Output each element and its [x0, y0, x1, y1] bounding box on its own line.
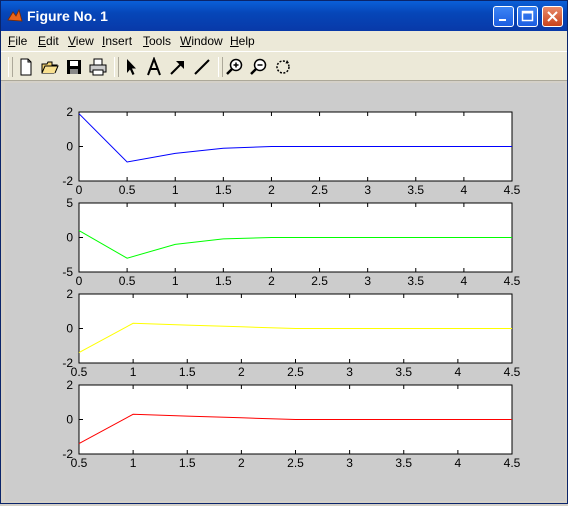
figure-toolbar — [1, 51, 567, 81]
x-tick-label: 1.5 — [179, 456, 196, 470]
subplot-1: 0 0.5 1 1.5 2 2.5 3 3.5 4 4.5-202 — [62, 105, 520, 197]
title-bar[interactable]: Figure No. 1 — [1, 1, 567, 31]
y-tick-label: 0 — [66, 231, 73, 245]
subplot-2: 0 0.5 1 1.5 2 2.5 3 3.5 4 4.5-505 — [62, 196, 520, 288]
menu-insert[interactable]: Insert — [102, 34, 132, 48]
x-tick-label: 1 — [130, 365, 137, 379]
pointer-arrow-icon[interactable] — [121, 57, 141, 77]
maximize-button[interactable] — [517, 6, 538, 27]
x-tick-label: 4 — [461, 183, 468, 197]
y-tick-label: -2 — [62, 174, 73, 188]
menu-tools[interactable]: Tools — [143, 34, 171, 48]
x-tick-label: 0.5 — [71, 365, 88, 379]
x-tick-label: 3 — [364, 183, 371, 197]
x-tick-label: 0.5 — [119, 274, 136, 288]
toolbar-separator — [114, 57, 119, 77]
x-tick-label: 1 — [130, 456, 137, 470]
insert-text-icon[interactable] — [144, 57, 164, 77]
window-title: Figure No. 1 — [27, 8, 108, 24]
toolbar-separator — [218, 57, 223, 77]
x-tick-label: 4 — [455, 456, 462, 470]
insert-arrow-icon[interactable] — [168, 57, 188, 77]
x-tick-label: 1 — [172, 183, 179, 197]
x-tick-label: 3.5 — [407, 274, 424, 288]
zoom-in-icon[interactable] — [225, 57, 245, 77]
figure-canvas: 0 0.5 1 1.5 2 2.5 3 3.5 4 4.5 -2 0 2 0 0.5 1 1.5 2 2.5 3 3.5… — [5, 83, 565, 501]
x-tick-label: 1.5 — [215, 274, 232, 288]
x-tick-label: 4 — [455, 365, 462, 379]
x-tick-label: 2.5 — [311, 274, 328, 288]
insert-line-icon[interactable] — [192, 57, 212, 77]
menu-view[interactable]: View — [68, 34, 94, 48]
y-tick-label: -2 — [62, 356, 73, 370]
x-tick-label: 0.5 — [71, 456, 88, 470]
close-icon — [547, 11, 558, 22]
x-tick-label: 2 — [268, 274, 275, 288]
y-tick-label: 2 — [66, 287, 73, 301]
y-tick-label: 0 — [66, 140, 73, 154]
menu-window[interactable]: Window — [180, 34, 223, 48]
rotate-3d-icon[interactable] — [273, 57, 293, 77]
x-tick-label: 3.5 — [407, 183, 424, 197]
plots-svg: 0 0.5 1 1.5 2 2.5 3 3.5 4 4.5-2020 0.5 1 1.5 2 2.5 3 3.5… — [62, 105, 520, 470]
save-icon[interactable] — [64, 57, 84, 77]
y-tick-label: 0 — [66, 322, 73, 336]
matlab-logo-icon — [7, 8, 23, 22]
x-tick-label: 4.5 — [504, 274, 521, 288]
x-tick-label: 1.5 — [179, 365, 196, 379]
subplot-3: 0.5 1 1.5 2 2.5 3 3.5 4 4.5 -2 0 2 — [62, 287, 520, 379]
x-tick-label: 0.5 — [119, 183, 136, 197]
x-tick-label: 4.5 — [504, 183, 521, 197]
y-tick-label: -5 — [62, 265, 73, 279]
zoom-out-icon[interactable] — [249, 57, 269, 77]
menu-file[interactable]: File — [8, 34, 27, 48]
open-file-icon[interactable] — [40, 57, 60, 77]
x-tick-label: 2 — [238, 456, 245, 470]
subplot-4: 0.5 1 1.5 2 2.5 3 3.5 4 4.5 -2 0 2 — [62, 378, 520, 470]
x-tick-label: 3.5 — [395, 456, 412, 470]
y-tick-label: 5 — [66, 196, 73, 210]
y-tick-label: -2 — [62, 447, 73, 461]
x-tick-label: 3 — [364, 274, 371, 288]
menu-edit[interactable]: Edit — [38, 34, 59, 48]
maximize-icon — [521, 10, 534, 22]
x-tick-label: 2.5 — [287, 365, 304, 379]
x-tick-label: 3 — [346, 456, 353, 470]
menu-help[interactable]: Help — [230, 34, 255, 48]
print-icon[interactable] — [88, 57, 108, 77]
close-button[interactable] — [542, 6, 563, 27]
x-tick-label: 0 — [76, 274, 83, 288]
x-tick-label: 3 — [346, 365, 353, 379]
y-tick-label: 0 — [66, 413, 73, 427]
minimize-icon — [499, 19, 506, 21]
y-tick-label: 2 — [66, 105, 73, 119]
x-tick-label: 3.5 — [395, 365, 412, 379]
x-tick-label: 1.5 — [215, 183, 232, 197]
x-tick-label: 2 — [268, 183, 275, 197]
menu-bar: File Edit View Insert Tools Window Help — [1, 31, 567, 51]
toolbar-grip[interactable] — [8, 57, 13, 77]
minimize-button[interactable] — [493, 6, 514, 27]
x-tick-label: 4.5 — [504, 456, 521, 470]
x-tick-label: 1 — [172, 274, 179, 288]
x-tick-label: 4 — [461, 274, 468, 288]
x-tick-label: 2.5 — [287, 456, 304, 470]
new-file-icon[interactable] — [16, 57, 36, 77]
figure-window: Figure No. 1 File Edit View Insert Tools… — [0, 0, 568, 504]
y-tick-label: 2 — [66, 378, 73, 392]
x-tick-label: 4.5 — [504, 365, 521, 379]
x-tick-label: 0 — [76, 183, 83, 197]
x-tick-label: 2 — [238, 365, 245, 379]
x-tick-label: 2.5 — [311, 183, 328, 197]
